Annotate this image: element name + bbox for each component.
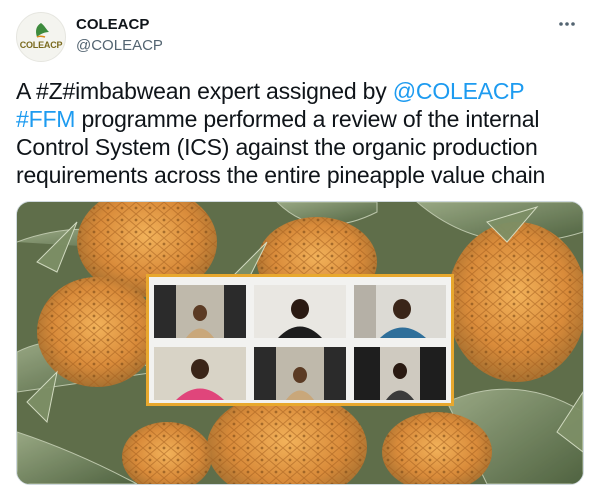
text-segment: A #Z#imbabwean expert assigned by (16, 78, 393, 104)
participant-video (154, 285, 246, 338)
participant-tile (354, 285, 446, 338)
tweet-text: A #Z#imbabwean expert assigned by @COLEA… (16, 77, 582, 189)
avatar[interactable]: COLEACP (16, 12, 66, 62)
participant-video (154, 347, 246, 400)
participant-video (254, 285, 346, 338)
avatar-logo-text: COLEACP (19, 40, 63, 50)
coleacp-logo-icon (36, 23, 49, 38)
display-name[interactable]: COLEACP (76, 16, 149, 33)
hashtag-link[interactable]: #FFM (16, 106, 75, 132)
participant-video (354, 285, 446, 338)
tweet-card: COLEACP COLEACP @COLEACP A #Z#imbabwean … (0, 0, 594, 487)
participant-video (254, 347, 346, 400)
text-segment: programme performed a review of the inte… (16, 106, 546, 188)
tweet-media-image[interactable] (16, 201, 584, 485)
participant-tile (254, 285, 346, 338)
video-call-collage (146, 274, 454, 406)
participant-tile (154, 347, 246, 400)
participant-video (354, 347, 446, 400)
more-dots-icon[interactable] (554, 14, 580, 34)
participant-tile (354, 347, 446, 400)
mention-link[interactable]: @COLEACP (393, 78, 524, 104)
participant-tile (254, 347, 346, 400)
user-handle[interactable]: @COLEACP (76, 37, 163, 54)
participant-tile (154, 285, 246, 338)
